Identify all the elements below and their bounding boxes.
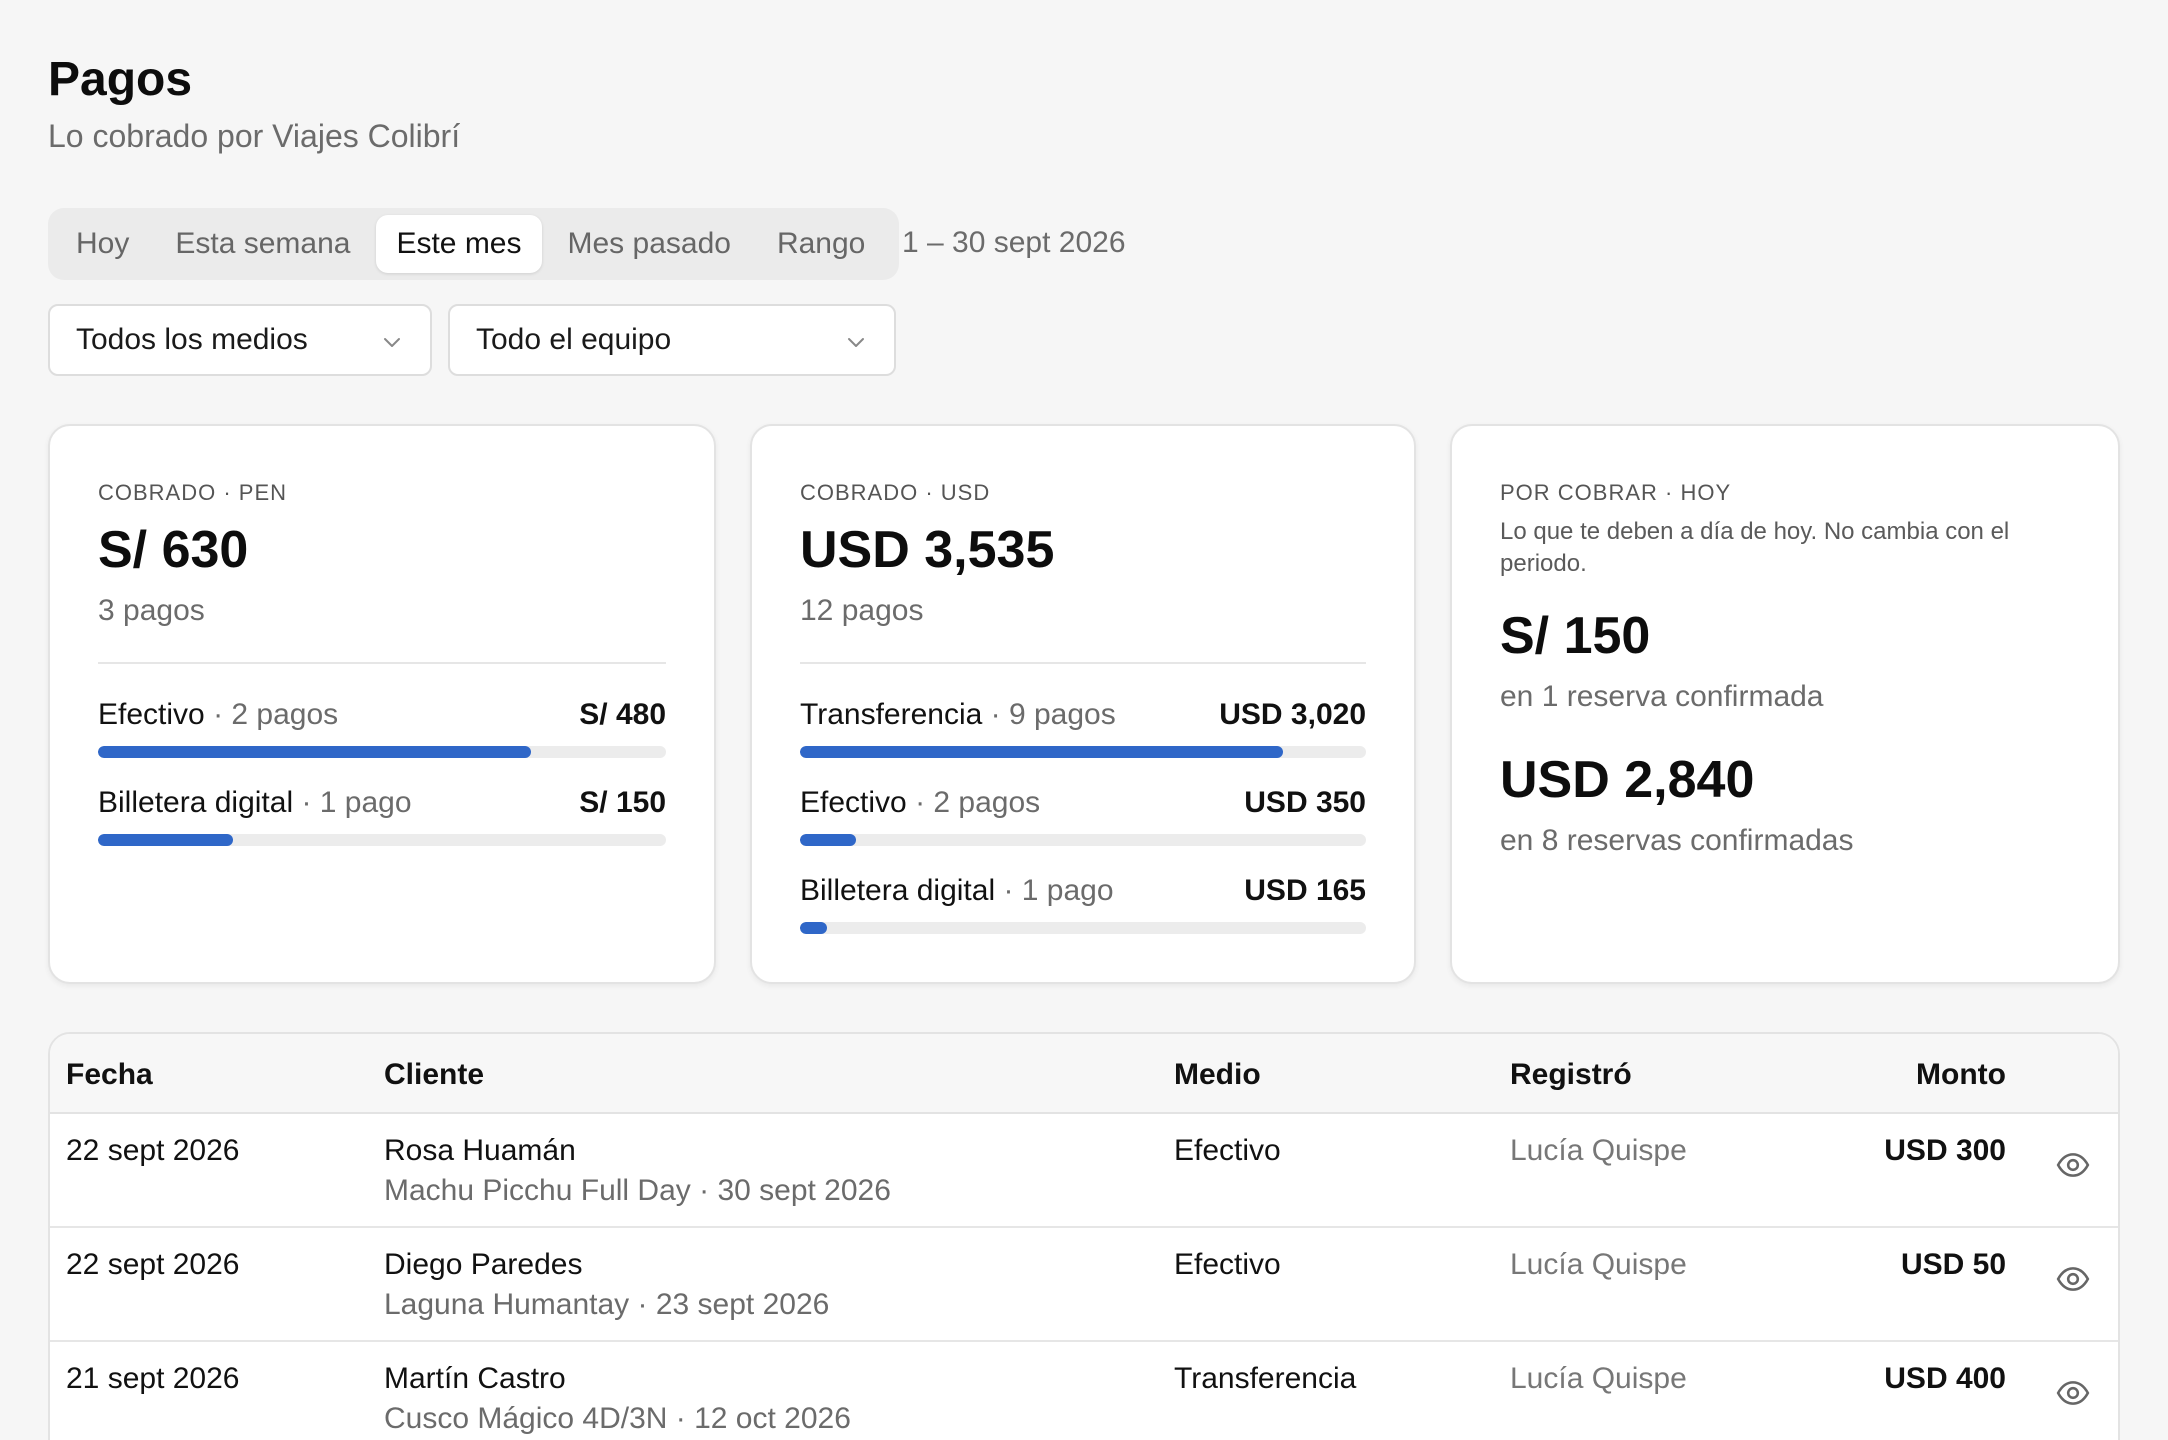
team-value: Todo el equipo xyxy=(476,323,672,356)
collected-pen-card: COBRADO · PEN S/ 630 3 pagos Efectivo · … xyxy=(48,424,716,984)
tab-hoy[interactable]: Hoy xyxy=(56,215,149,273)
row-registered-by: Lucía Quispe xyxy=(1510,1362,1687,1395)
due-usd-amount: USD 2,840 xyxy=(1500,751,1755,809)
row-date: 22 sept 2026 xyxy=(66,1134,240,1167)
card-label: POR COBRAR · HOY xyxy=(1500,480,1732,505)
divider xyxy=(800,662,1366,664)
breakdown-row: Transferencia · 9 pagos USD 3,020 xyxy=(800,698,1366,778)
page-title: Pagos xyxy=(48,53,193,106)
method-name: Efectivo xyxy=(98,698,205,731)
progress-fill xyxy=(800,922,827,934)
tab-este-mes[interactable]: Este mes xyxy=(376,215,542,273)
row-booking-detail: Laguna Humantay · 23 sept 2026 xyxy=(384,1288,830,1321)
row-registered-by: Lucía Quispe xyxy=(1510,1248,1687,1281)
table-row[interactable]: 21 sept 2026 Martín Castro Cusco Mágico … xyxy=(50,1342,2118,1440)
header-monto: Monto xyxy=(1916,1058,2006,1091)
row-client: Martín Castro xyxy=(384,1362,566,1395)
method-name: Billetera digital xyxy=(800,874,996,907)
row-registered-by: Lucía Quispe xyxy=(1510,1134,1687,1167)
progress-fill xyxy=(800,746,1284,758)
progress-track xyxy=(800,834,1366,846)
progress-track xyxy=(800,746,1366,758)
progress-fill xyxy=(98,834,234,846)
eye-icon[interactable] xyxy=(2056,1148,2090,1182)
row-booking-detail: Cusco Mágico 4D/3N · 12 oct 2026 xyxy=(384,1402,851,1435)
eye-icon[interactable] xyxy=(2056,1376,2090,1410)
row-amount: USD 400 xyxy=(1884,1362,2006,1395)
method-amount: USD 350 xyxy=(1244,786,1366,819)
row-method: Efectivo xyxy=(1174,1134,1281,1167)
table-row[interactable]: 22 sept 2026 Diego Paredes Laguna Humant… xyxy=(50,1228,2118,1342)
method-amount: USD 3,020 xyxy=(1219,698,1366,731)
chevron-down-icon xyxy=(848,338,864,347)
collected-usd-card: COBRADO · USD USD 3,535 12 pagos Transfe… xyxy=(750,424,1416,984)
due-today-card: POR COBRAR · HOY Lo que te deben a día d… xyxy=(1450,424,2120,984)
page-subtitle: Lo cobrado por Viajes Colibrí xyxy=(48,118,461,154)
team-select[interactable]: Todo el equipo xyxy=(448,304,896,376)
tab-esta-semana[interactable]: Esta semana xyxy=(155,215,370,273)
progress-track xyxy=(800,922,1366,934)
table-header: Fecha Cliente Medio Registró Monto xyxy=(50,1034,2118,1114)
method-count: · 2 pagos xyxy=(915,786,1041,819)
row-amount: USD 50 xyxy=(1900,1248,2006,1281)
method-name: Billetera digital xyxy=(98,786,294,819)
progress-track xyxy=(98,746,666,758)
chevron-down-icon xyxy=(384,338,400,347)
period-selector: Hoy Esta semana Este mes Mes pasado Rang… xyxy=(48,208,900,280)
header-cliente: Cliente xyxy=(384,1058,485,1091)
divider xyxy=(98,662,666,664)
method-count: · 2 pagos xyxy=(213,698,339,731)
row-method: Efectivo xyxy=(1174,1248,1281,1281)
row-date: 22 sept 2026 xyxy=(66,1248,240,1281)
method-amount: S/ 150 xyxy=(579,786,666,819)
tab-rango[interactable]: Rango xyxy=(757,215,885,273)
method-amount: S/ 480 xyxy=(579,698,666,731)
method-count: · 1 pago xyxy=(1003,874,1114,907)
breakdown-row: Billetera digital · 1 pago S/ 150 xyxy=(98,786,666,866)
payments-table: Fecha Cliente Medio Registró Monto 22 se… xyxy=(48,1032,2120,1440)
payment-method-value: Todos los medios xyxy=(76,323,308,356)
method-count: · 1 pago xyxy=(301,786,412,819)
card-label: COBRADO · USD xyxy=(800,480,991,505)
row-amount: USD 300 xyxy=(1884,1134,2006,1167)
header-medio: Medio xyxy=(1174,1058,1261,1091)
row-booking-detail: Machu Picchu Full Day · 30 sept 2026 xyxy=(384,1174,891,1207)
breakdown-row: Efectivo · 2 pagos S/ 480 xyxy=(98,698,666,778)
card-total: S/ 630 xyxy=(98,521,249,579)
progress-fill xyxy=(800,834,857,846)
card-count: 3 pagos xyxy=(98,594,205,627)
payment-method-select[interactable]: Todos los medios xyxy=(48,304,432,376)
row-method: Transferencia xyxy=(1174,1362,1357,1395)
eye-icon[interactable] xyxy=(2056,1262,2090,1296)
card-label: COBRADO · PEN xyxy=(98,480,288,505)
breakdown-row: Efectivo · 2 pagos USD 350 xyxy=(800,786,1366,866)
header-fecha: Fecha xyxy=(66,1058,153,1091)
progress-fill xyxy=(98,746,531,758)
card-count: 12 pagos xyxy=(800,594,924,627)
method-name: Efectivo xyxy=(800,786,907,819)
method-amount: USD 165 xyxy=(1244,874,1366,907)
progress-track xyxy=(98,834,666,846)
method-name: Transferencia xyxy=(800,698,983,731)
card-total: USD 3,535 xyxy=(800,521,1055,579)
breakdown-row: Billetera digital · 1 pago USD 165 xyxy=(800,874,1366,954)
tab-mes-pasado[interactable]: Mes pasado xyxy=(548,215,751,273)
method-count: · 9 pagos xyxy=(990,698,1116,731)
row-client: Diego Paredes xyxy=(384,1248,583,1281)
row-client: Rosa Huamán xyxy=(384,1134,576,1167)
row-date: 21 sept 2026 xyxy=(66,1362,240,1395)
due-usd-subtext: en 8 reservas confirmadas xyxy=(1500,824,1854,857)
due-pen-subtext: en 1 reserva confirmada xyxy=(1500,680,1824,713)
card-description: Lo que te deben a día de hoy. No cambia … xyxy=(1500,518,2010,577)
table-row[interactable]: 22 sept 2026 Rosa Huamán Machu Picchu Fu… xyxy=(50,1114,2118,1228)
header-registro: Registró xyxy=(1510,1058,1632,1091)
due-pen-amount: S/ 150 xyxy=(1500,607,1651,665)
date-range-label: 1 – 30 sept 2026 xyxy=(902,226,1126,259)
